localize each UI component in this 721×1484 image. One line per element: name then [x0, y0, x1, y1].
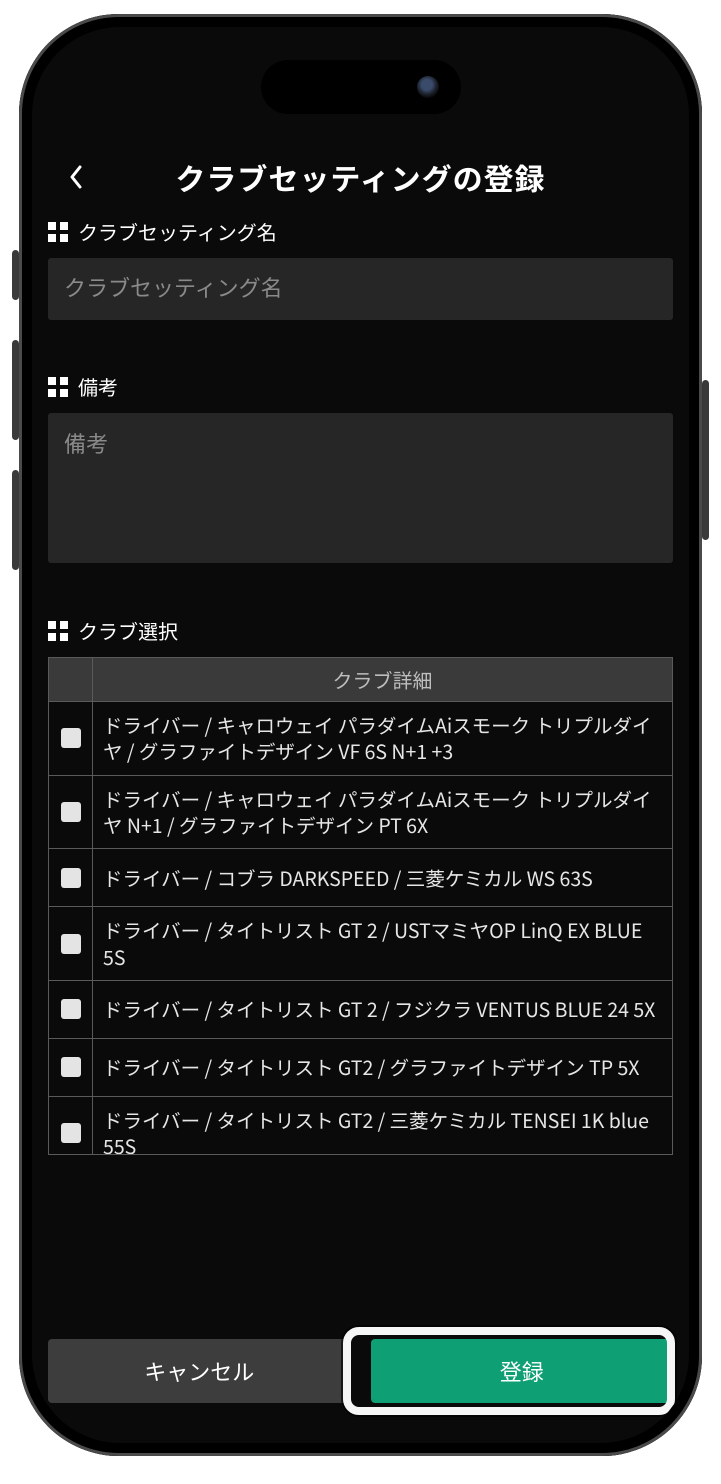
phone-power-button	[702, 380, 709, 540]
submit-button-label: 登録	[500, 1355, 544, 1387]
dynamic-island	[261, 60, 461, 114]
grid-icon	[48, 222, 68, 242]
checkbox[interactable]	[61, 802, 81, 822]
club-table-body[interactable]: ドライバー / キャロウェイ パラダイムAiスモーク トリプルダイヤ / グラフ…	[49, 702, 672, 1155]
grid-icon	[48, 621, 68, 641]
header-checkbox-col	[49, 658, 93, 701]
page-title: クラブセッティングの登録	[94, 155, 663, 199]
table-row[interactable]: ドライバー / タイトリスト GT2 / グラファイトデザイン TP 5X	[49, 1039, 672, 1097]
section-label-notes: 備考	[48, 372, 673, 401]
checkbox[interactable]	[61, 728, 81, 748]
back-button[interactable]	[58, 159, 94, 195]
notes-textarea[interactable]	[48, 413, 673, 563]
row-detail-cell: ドライバー / キャロウェイ パラダイムAiスモーク トリプルダイヤ N+1 /…	[93, 776, 672, 849]
phone-screen: クラブセッティングの登録 クラブセッティング名 備考 クラブ選択	[32, 27, 689, 1443]
grid-icon	[48, 377, 68, 397]
section-label-name: クラブセッティング名	[48, 217, 673, 246]
checkbox[interactable]	[61, 999, 81, 1019]
row-checkbox-cell[interactable]	[49, 1097, 93, 1155]
table-row[interactable]: ドライバー / キャロウェイ パラダイムAiスモーク トリプルダイヤ N+1 /…	[49, 776, 672, 850]
table-row[interactable]: ドライバー / コブラ DARKSPEED / 三菱ケミカル WS 63S	[49, 849, 672, 907]
table-row[interactable]: ドライバー / タイトリスト GT2 / 三菱ケミカル TENSEI 1K bl…	[49, 1097, 672, 1155]
checkbox[interactable]	[61, 934, 81, 954]
row-detail-cell: ドライバー / タイトリスト GT2 / 三菱ケミカル TENSEI 1K bl…	[93, 1097, 672, 1155]
checkbox[interactable]	[61, 1057, 81, 1077]
header-detail-col: クラブ詳細	[93, 658, 672, 701]
row-detail-cell: ドライバー / タイトリスト GT2 / グラファイトデザイン TP 5X	[93, 1044, 672, 1090]
checkbox[interactable]	[61, 868, 81, 888]
bottom-bar: キャンセル 登録	[48, 1339, 673, 1403]
section-label-select: クラブ選択	[48, 616, 673, 645]
phone-frame: クラブセッティングの登録 クラブセッティング名 備考 クラブ選択	[19, 14, 702, 1456]
notes-label-text: 備考	[78, 372, 118, 401]
table-row[interactable]: ドライバー / タイトリスト GT 2 / フジクラ VENTUS BLUE 2…	[49, 981, 672, 1039]
row-detail-cell: ドライバー / キャロウェイ パラダイムAiスモーク トリプルダイヤ / グラフ…	[93, 702, 672, 775]
header: クラブセッティングの登録	[32, 155, 689, 199]
club-setting-name-input[interactable]	[48, 258, 673, 320]
row-checkbox-cell[interactable]	[49, 907, 93, 980]
row-checkbox-cell[interactable]	[49, 1039, 93, 1096]
app-root: クラブセッティングの登録 クラブセッティング名 備考 クラブ選択	[32, 27, 689, 1443]
row-checkbox-cell[interactable]	[49, 776, 93, 849]
row-detail-cell: ドライバー / コブラ DARKSPEED / 三菱ケミカル WS 63S	[93, 855, 672, 901]
chevron-left-icon	[69, 165, 83, 189]
table-row[interactable]: ドライバー / キャロウェイ パラダイムAiスモーク トリプルダイヤ / グラフ…	[49, 702, 672, 776]
cancel-button[interactable]: キャンセル	[48, 1339, 351, 1403]
cancel-button-label: キャンセル	[144, 1355, 254, 1387]
club-table-header: クラブ詳細	[49, 658, 672, 702]
form-content: クラブセッティング名 備考 クラブ選択 クラブ詳細	[32, 217, 689, 1155]
row-detail-cell: ドライバー / タイトリスト GT 2 / USTマミヤOP LinQ EX B…	[93, 907, 672, 980]
phone-silent-switch	[12, 250, 19, 300]
phone-volume-down	[12, 470, 19, 570]
table-row[interactable]: ドライバー / タイトリスト GT 2 / USTマミヤOP LinQ EX B…	[49, 907, 672, 981]
select-label-text: クラブ選択	[78, 616, 178, 645]
row-checkbox-cell[interactable]	[49, 849, 93, 906]
row-detail-cell: ドライバー / タイトリスト GT 2 / フジクラ VENTUS BLUE 2…	[93, 986, 672, 1032]
phone-volume-up	[12, 340, 19, 440]
submit-button[interactable]: 登録	[371, 1339, 674, 1403]
row-checkbox-cell[interactable]	[49, 702, 93, 775]
club-table: クラブ詳細 ドライバー / キャロウェイ パラダイムAiスモーク トリプルダイヤ…	[48, 657, 673, 1155]
name-label-text: クラブセッティング名	[78, 217, 277, 246]
checkbox[interactable]	[61, 1123, 81, 1143]
row-checkbox-cell[interactable]	[49, 981, 93, 1038]
